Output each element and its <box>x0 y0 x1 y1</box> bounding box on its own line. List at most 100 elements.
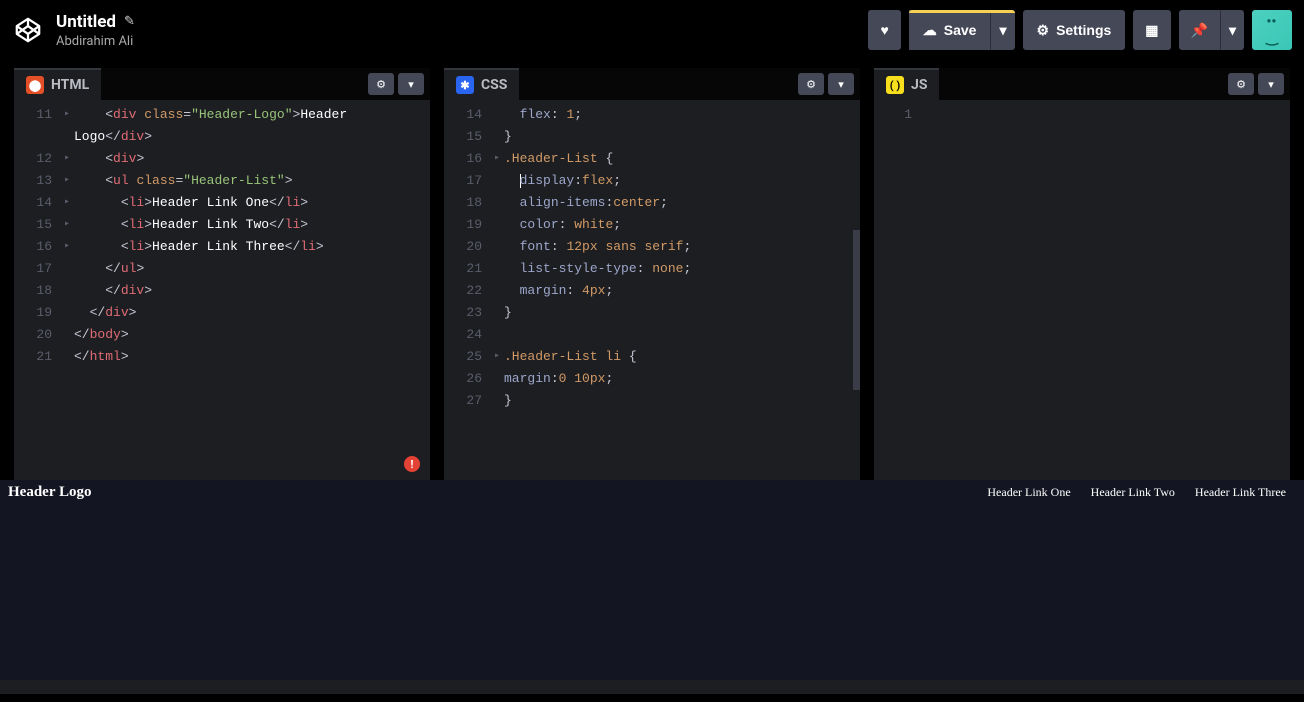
js-tab[interactable]: ( ) JS <box>874 68 939 100</box>
code-line[interactable]: 16▸.Header-List { <box>444 148 860 170</box>
code-content[interactable]: } <box>504 126 512 148</box>
code-line[interactable]: 20 font: 12px sans serif; <box>444 236 860 258</box>
code-line[interactable]: 11▸ <div class="Header-Logo">Header <box>14 104 430 126</box>
code-content[interactable]: </ul> <box>74 258 144 280</box>
code-content[interactable]: flex: 1; <box>504 104 582 126</box>
code-content[interactable]: </div> <box>74 302 136 324</box>
code-content[interactable]: <li>Header Link One</li> <box>74 192 308 214</box>
fold-marker-icon <box>494 258 504 280</box>
code-line[interactable]: 15} <box>444 126 860 148</box>
css-tab[interactable]: ✱ CSS <box>444 68 519 100</box>
edit-title-icon[interactable]: ✎ <box>124 14 135 29</box>
code-content[interactable]: <ul class="Header-List"> <box>74 170 293 192</box>
fold-marker-icon[interactable]: ▸ <box>64 192 74 214</box>
code-content[interactable]: font: 12px sans serif; <box>504 236 691 258</box>
code-content[interactable]: margin: 4px; <box>504 280 613 302</box>
code-line[interactable]: 21 list-style-type: none; <box>444 258 860 280</box>
fold-marker-icon[interactable]: ▸ <box>64 104 74 126</box>
css-scrollbar[interactable] <box>853 230 860 390</box>
code-line[interactable]: 18 </div> <box>14 280 430 302</box>
code-line[interactable]: 1 <box>874 104 1290 126</box>
code-line[interactable]: 16▸ <li>Header Link Three</li> <box>14 236 430 258</box>
unsaved-indicator <box>909 10 1015 13</box>
fold-marker-icon[interactable]: ▸ <box>64 170 74 192</box>
code-line[interactable]: 25▸.Header-List li { <box>444 346 860 368</box>
code-content[interactable]: <div> <box>74 148 144 170</box>
html-settings-button[interactable]: ⚙ <box>368 73 394 95</box>
code-line[interactable]: 19 </div> <box>14 302 430 324</box>
output-preview[interactable]: Header Logo Header Link OneHeader Link T… <box>0 480 1304 680</box>
fold-marker-icon <box>494 236 504 258</box>
pin-button-group: 📌 ▾ <box>1179 10 1244 50</box>
settings-button[interactable]: ⚙ Settings <box>1023 10 1126 50</box>
js-settings-button[interactable]: ⚙ <box>1228 73 1254 95</box>
fold-marker-icon[interactable]: ▸ <box>494 346 504 368</box>
fold-marker-icon[interactable]: ▸ <box>64 236 74 258</box>
layout-button[interactable]: ▦ <box>1133 10 1170 50</box>
code-line[interactable]: 27} <box>444 390 860 412</box>
code-line[interactable]: 22 margin: 4px; <box>444 280 860 302</box>
code-line[interactable]: 23} <box>444 302 860 324</box>
save-button[interactable]: ☁ Save <box>909 10 991 50</box>
pin-dropdown-button[interactable]: ▾ <box>1220 10 1244 50</box>
preview-header-list: Header Link OneHeader Link TwoHeader Lin… <box>977 485 1296 500</box>
code-content[interactable]: align-items:center; <box>504 192 668 214</box>
code-content[interactable]: .Header-List li { <box>504 346 637 368</box>
pin-button[interactable]: 📌 <box>1179 10 1220 50</box>
code-content[interactable]: </div> <box>74 280 152 302</box>
code-line[interactable]: 26margin:0 10px; <box>444 368 860 390</box>
code-content[interactable]: margin:0 10px; <box>504 368 613 390</box>
html-error-badge[interactable]: ! <box>404 456 420 472</box>
code-line[interactable]: 21</html> <box>14 346 430 368</box>
codepen-logo[interactable] <box>12 14 44 46</box>
code-content[interactable]: <li>Header Link Two</li> <box>74 214 308 236</box>
js-editor[interactable]: 1 <box>874 100 1290 480</box>
pen-title[interactable]: Untitled <box>56 12 116 32</box>
code-line[interactable]: Logo</div> <box>14 126 430 148</box>
code-line[interactable]: 17 display:flex; <box>444 170 860 192</box>
save-label: Save <box>944 22 977 38</box>
user-avatar[interactable]: ••‿ <box>1252 10 1292 50</box>
fold-marker-icon[interactable]: ▸ <box>64 148 74 170</box>
css-panel-header: ✱ CSS ⚙ ▾ <box>444 68 860 100</box>
code-line[interactable]: 14 flex: 1; <box>444 104 860 126</box>
code-line[interactable]: 12▸ <div> <box>14 148 430 170</box>
save-dropdown-button[interactable]: ▾ <box>990 10 1014 50</box>
chevron-down-icon: ▾ <box>408 78 414 91</box>
code-line[interactable]: 19 color: white; <box>444 214 860 236</box>
code-content[interactable]: list-style-type: none; <box>504 258 691 280</box>
code-line[interactable]: 17 </ul> <box>14 258 430 280</box>
code-content[interactable]: color: white; <box>504 214 621 236</box>
code-content[interactable]: <li>Header Link Three</li> <box>74 236 324 258</box>
css-editor[interactable]: 14 flex: 1;15}16▸.Header-List {17 displa… <box>444 100 860 480</box>
code-content[interactable]: } <box>504 390 512 412</box>
code-content[interactable]: .Header-List { <box>504 148 613 170</box>
code-content[interactable]: display:flex; <box>504 170 621 192</box>
code-content[interactable]: </body> <box>74 324 129 346</box>
fold-marker-icon <box>494 390 504 412</box>
fold-marker-icon <box>494 126 504 148</box>
code-content[interactable]: <div class="Header-Logo">Header <box>74 104 355 126</box>
love-button[interactable]: ♥ <box>868 10 900 50</box>
gear-icon: ⚙ <box>376 78 386 91</box>
author-name[interactable]: Abdirahim Ali <box>56 34 868 49</box>
code-content[interactable]: Logo</div> <box>74 126 152 148</box>
css-settings-button[interactable]: ⚙ <box>798 73 824 95</box>
js-dropdown-button[interactable]: ▾ <box>1258 73 1284 95</box>
code-line[interactable]: 15▸ <li>Header Link Two</li> <box>14 214 430 236</box>
code-line[interactable]: 18 align-items:center; <box>444 192 860 214</box>
code-content[interactable]: </html> <box>74 346 129 368</box>
code-line[interactable]: 24 <box>444 324 860 346</box>
html-tab[interactable]: ⬤ HTML <box>14 68 101 100</box>
line-number: 1 <box>874 104 924 126</box>
code-content[interactable]: } <box>504 302 512 324</box>
html-editor[interactable]: 11▸ <div class="Header-Logo">Header Logo… <box>14 100 430 480</box>
fold-marker-icon[interactable]: ▸ <box>64 214 74 236</box>
css-dropdown-button[interactable]: ▾ <box>828 73 854 95</box>
title-area: Untitled ✎ Abdirahim Ali <box>56 12 868 49</box>
code-line[interactable]: 20</body> <box>14 324 430 346</box>
fold-marker-icon[interactable]: ▸ <box>494 148 504 170</box>
code-line[interactable]: 14▸ <li>Header Link One</li> <box>14 192 430 214</box>
code-line[interactable]: 13▸ <ul class="Header-List"> <box>14 170 430 192</box>
html-dropdown-button[interactable]: ▾ <box>398 73 424 95</box>
